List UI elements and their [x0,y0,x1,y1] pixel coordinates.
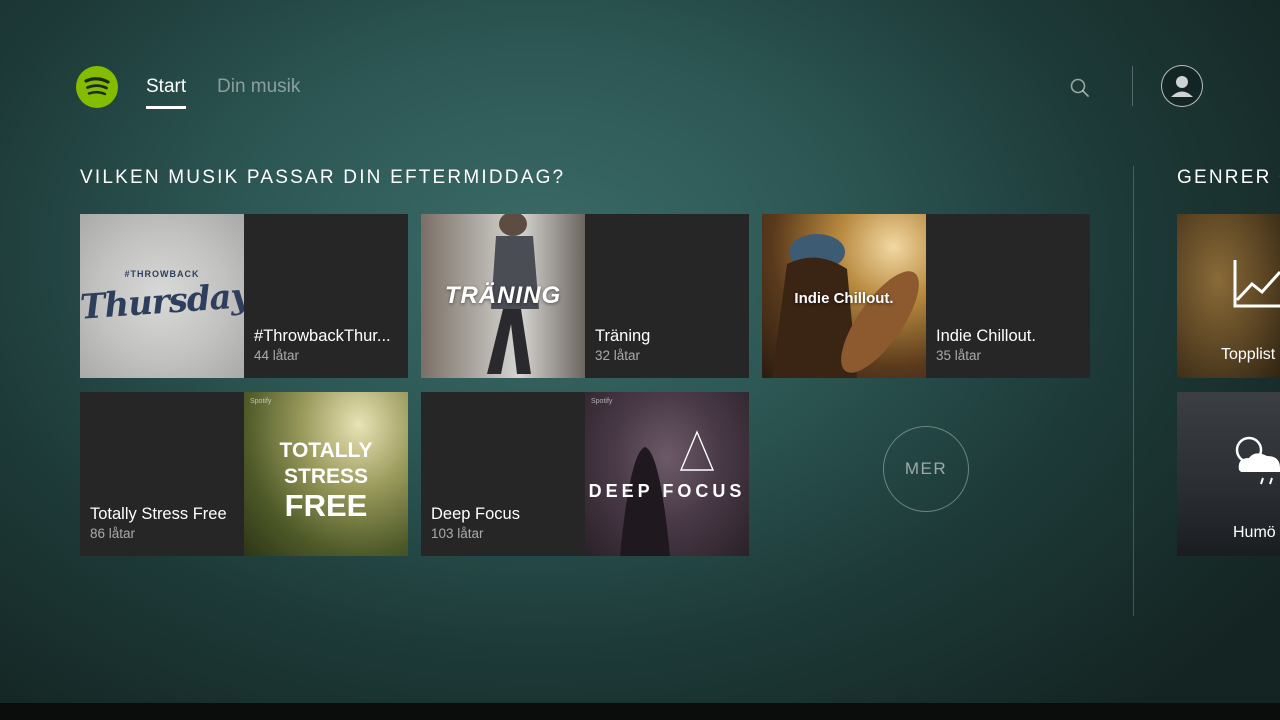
playlist-name: Deep Focus [431,505,520,523]
tab-start[interactable]: Start [146,76,187,109]
cover-text: TRÄNING [444,282,562,309]
more-button[interactable]: MER [883,426,969,512]
cover-text: Thursday [80,275,244,328]
header-divider [1132,66,1133,106]
genre-section-title: GENRER O [1177,167,1280,188]
genre-tile-humor[interactable]: Humö [1177,392,1280,556]
track-count: 35 låtar [936,348,982,363]
cover-text: DEEP FOCUS [588,481,746,501]
cover-text-line: FREE [284,488,368,523]
playlist-cover: Indie Chillout. [762,214,926,378]
search-icon[interactable] [1068,76,1092,100]
genre-label: Topplist [1221,346,1276,363]
track-count: 32 låtar [595,348,641,363]
cover-text: Indie Chillout. [794,290,894,307]
cover-text-line: TOTALLY [279,439,373,462]
playlist-cover: Spotify TOTALLY STRESS FREE [244,392,408,556]
track-count: 103 låtar [431,526,484,541]
playlist-name: #ThrowbackThur... [254,327,391,345]
genre-tile-topplistor[interactable]: Topplist [1177,214,1280,378]
playlist-card-indie-chillout[interactable]: Indie Chillout. Indie Chillout. 35 låtar [762,214,1090,378]
playlist-name: Träning [595,327,651,345]
cover-text-line: STRESS [283,465,369,488]
playlist-cover: Spotify DEEP FOCUS [585,392,749,556]
playlist-card-throwback[interactable]: #THROWBACK Thursday #ThrowbackThur... 44… [80,214,408,378]
user-avatar-icon[interactable] [1161,65,1203,107]
track-count: 86 låtar [90,526,136,541]
spotify-logo-icon[interactable] [76,66,118,108]
playlist-name: Totally Stress Free [90,505,227,523]
playlist-name: Indie Chillout. [936,327,1036,345]
genre-label: Humö [1233,524,1276,541]
triangle-icon [620,430,715,556]
section-title: VILKEN MUSIK PASSAR DIN EFTERMIDDAG? [80,167,566,188]
playlist-cover: #THROWBACK Thursday [80,214,244,378]
playlist-card-traning[interactable]: TRÄNING Träning 32 låtar [421,214,749,378]
playlist-cover: TRÄNING [421,214,585,378]
playlist-card-totally-stress-free[interactable]: Spotify TOTALLY STRESS FREE Totally Stre… [80,392,408,556]
playlist-card-deep-focus[interactable]: Spotify DEEP FOCUS Deep Focus 103 låtar [421,392,749,556]
spotify-badge: Spotify [250,398,272,405]
section-divider [1133,166,1134,616]
track-count: 44 låtar [254,348,300,363]
tab-din-musik[interactable]: Din musik [217,76,300,98]
cover-text: TOTALLY STRESS FREE [244,438,408,522]
bottom-bar [0,703,1280,720]
